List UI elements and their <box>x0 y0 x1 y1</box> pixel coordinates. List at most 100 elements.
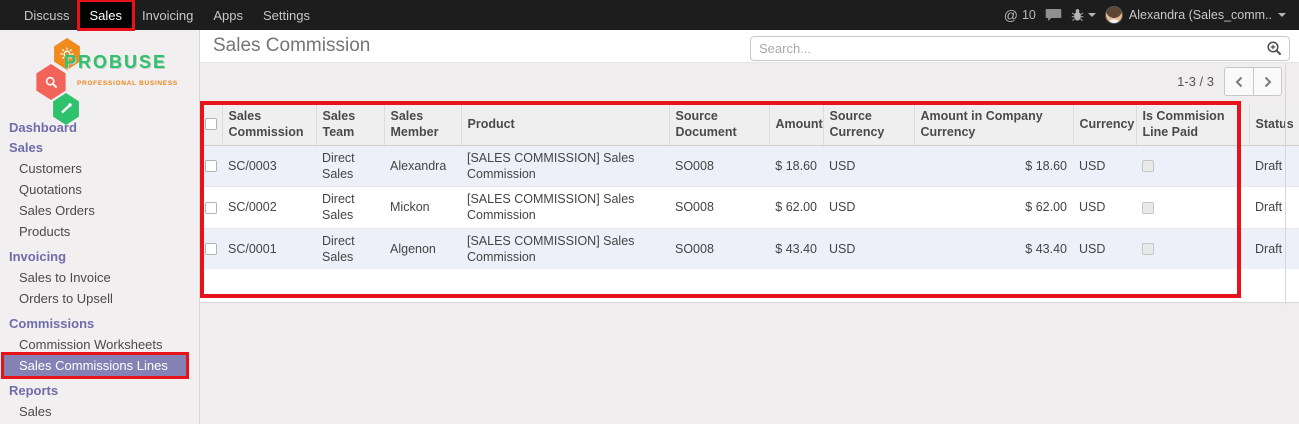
topbar-menu-item-sales[interactable]: Sales <box>80 2 133 28</box>
column-header-sales-commission[interactable]: Sales Commission <box>222 103 316 145</box>
cell-source-document: SO008 <box>669 187 769 229</box>
cell-currency: USD <box>1073 145 1136 187</box>
cell-product: [SALES COMMISSION] Sales Commission <box>461 187 669 229</box>
avatar <box>1105 6 1123 24</box>
topbar-menu-item-discuss[interactable]: Discuss <box>14 2 80 28</box>
list-view-sheet: Sales CommissionSales TeamSales MemberPr… <box>200 103 1299 303</box>
probuse-logo: PROBUSE PROFESSIONAL BUSINESS <box>34 38 194 122</box>
main-content: Sales Commission 1-3 / 3 <box>200 30 1299 424</box>
cell-source-currency: USD <box>823 187 914 229</box>
user-menu-button[interactable]: Alexandra (Sales_comm.. <box>1105 6 1286 24</box>
cell-select <box>200 145 222 187</box>
cell-source-document: SO008 <box>669 145 769 187</box>
cell-amount-company: $ 43.40 <box>914 228 1073 269</box>
pager-range: 1-3 / 3 <box>1177 74 1214 89</box>
chevron-left-icon <box>1234 75 1244 89</box>
cell-source-document: SO008 <box>669 228 769 269</box>
debug-menu-button[interactable] <box>1071 8 1096 22</box>
column-header-amount[interactable]: Amount <box>769 103 823 145</box>
cell-status: Draft <box>1249 187 1299 229</box>
sidebar-item-quotations[interactable]: Quotations <box>0 179 199 200</box>
mentions-button[interactable]: @ 10 <box>1004 7 1036 23</box>
sidebar: PROBUSE PROFESSIONAL BUSINESS DashboardS… <box>0 30 200 424</box>
cell-source-currency: USD <box>823 228 914 269</box>
column-header-sales-member[interactable]: Sales Member <box>384 103 461 145</box>
cell-select <box>200 228 222 269</box>
top-bar: DiscussSalesInvoicingAppsSettings @ 10 A… <box>0 0 1299 30</box>
cell-source-currency: USD <box>823 145 914 187</box>
cell-sales-team: Direct Sales <box>316 145 384 187</box>
sidebar-nav: DashboardSalesCustomersQuotationsSales O… <box>0 118 199 422</box>
topbar-menu-item-settings[interactable]: Settings <box>253 2 320 28</box>
sidebar-item-products[interactable]: Products <box>0 221 199 242</box>
sidebar-item-sales-to-invoice[interactable]: Sales to Invoice <box>0 267 199 288</box>
column-header-currency[interactable]: Currency <box>1073 103 1136 145</box>
chevron-right-icon <box>1263 75 1273 89</box>
cell-amount: $ 43.40 <box>769 228 823 269</box>
cell-amount-company: $ 62.00 <box>914 187 1073 229</box>
pager: 1-3 / 3 <box>1177 67 1282 96</box>
table-row[interactable]: SC/0002Direct SalesMickon[SALES COMMISSI… <box>200 187 1299 229</box>
topbar-menu-item-invoicing[interactable]: Invoicing <box>132 2 203 28</box>
column-header-source-document[interactable]: Source Document <box>669 103 769 145</box>
column-header-amount-company[interactable]: Amount in Company Currency <box>914 103 1073 145</box>
logo-title: PROBUSE <box>64 52 167 73</box>
row-select-checkbox[interactable] <box>205 243 217 255</box>
table-row[interactable]: SC/0001Direct SalesAlgenon[SALES COMMISS… <box>200 228 1299 269</box>
sidebar-item-orders-to-upsell[interactable]: Orders to Upsell <box>0 288 199 309</box>
commission-lines-table: Sales CommissionSales TeamSales MemberPr… <box>200 103 1299 269</box>
topbar-menu: DiscussSalesInvoicingAppsSettings <box>0 0 320 30</box>
pager-previous-button[interactable] <box>1225 68 1253 95</box>
cell-paid <box>1136 187 1249 229</box>
cell-sales-member: Algenon <box>384 228 461 269</box>
row-select-checkbox[interactable] <box>205 160 217 172</box>
paid-checkbox <box>1142 202 1154 214</box>
column-header-source-currency[interactable]: Source Currency <box>823 103 914 145</box>
cell-sales-commission: SC/0001 <box>222 228 316 269</box>
column-header-sales-team[interactable]: Sales Team <box>316 103 384 145</box>
search-input[interactable] <box>751 37 1289 60</box>
chevron-down-icon <box>1088 13 1096 17</box>
sidebar-section-sales[interactable]: Sales <box>0 138 199 158</box>
column-header-paid[interactable]: Is Commision Line Paid <box>1136 103 1249 145</box>
sidebar-section-commissions[interactable]: Commissions <box>0 314 199 334</box>
sidebar-section-dashboard[interactable]: Dashboard <box>0 118 199 138</box>
sidebar-section-reports[interactable]: Reports <box>0 381 199 401</box>
column-header-product[interactable]: Product <box>461 103 669 145</box>
cell-paid <box>1136 145 1249 187</box>
sidebar-item-sales-orders[interactable]: Sales Orders <box>0 200 199 221</box>
cell-product: [SALES COMMISSION] Sales Commission <box>461 145 669 187</box>
cell-product: [SALES COMMISSION] Sales Commission <box>461 228 669 269</box>
search-icon[interactable] <box>1266 40 1283 62</box>
magnifier-hexagon-icon <box>34 64 68 100</box>
cell-currency: USD <box>1073 187 1136 229</box>
chevron-down-icon <box>1278 13 1286 17</box>
control-panel: Sales Commission <box>200 30 1299 63</box>
cell-status: Draft <box>1249 145 1299 187</box>
sidebar-section-invoicing[interactable]: Invoicing <box>0 247 199 267</box>
topbar-menu-item-apps[interactable]: Apps <box>203 2 253 28</box>
messages-button[interactable] <box>1045 8 1062 22</box>
pager-next-button[interactable] <box>1253 68 1281 95</box>
paid-checkbox <box>1142 160 1154 172</box>
row-select-checkbox[interactable] <box>205 202 217 214</box>
sidebar-item-customers[interactable]: Customers <box>0 158 199 179</box>
chat-bubble-icon <box>1045 8 1062 22</box>
cell-sales-member: Mickon <box>384 187 461 229</box>
table-header-row: Sales CommissionSales TeamSales MemberPr… <box>200 103 1299 145</box>
cell-paid <box>1136 228 1249 269</box>
sidebar-item-commission-worksheets[interactable]: Commission Worksheets <box>0 334 199 355</box>
sidebar-item-sales-commissions-lines[interactable]: Sales Commissions Lines <box>4 355 186 376</box>
sidebar-item-sales[interactable]: Sales <box>0 401 199 422</box>
cell-sales-member: Alexandra <box>384 145 461 187</box>
table-row[interactable]: SC/0003Direct SalesAlexandra[SALES COMMI… <box>200 145 1299 187</box>
cell-amount-company: $ 18.60 <box>914 145 1073 187</box>
table-right-border-line <box>1285 63 1286 305</box>
cell-amount: $ 18.60 <box>769 145 823 187</box>
at-icon: @ <box>1004 7 1018 23</box>
select-all-checkbox[interactable] <box>205 118 217 130</box>
cell-amount: $ 62.00 <box>769 187 823 229</box>
cell-currency: USD <box>1073 228 1136 269</box>
table-body: SC/0003Direct SalesAlexandra[SALES COMMI… <box>200 145 1299 269</box>
column-header-status[interactable]: Status <box>1249 103 1299 145</box>
